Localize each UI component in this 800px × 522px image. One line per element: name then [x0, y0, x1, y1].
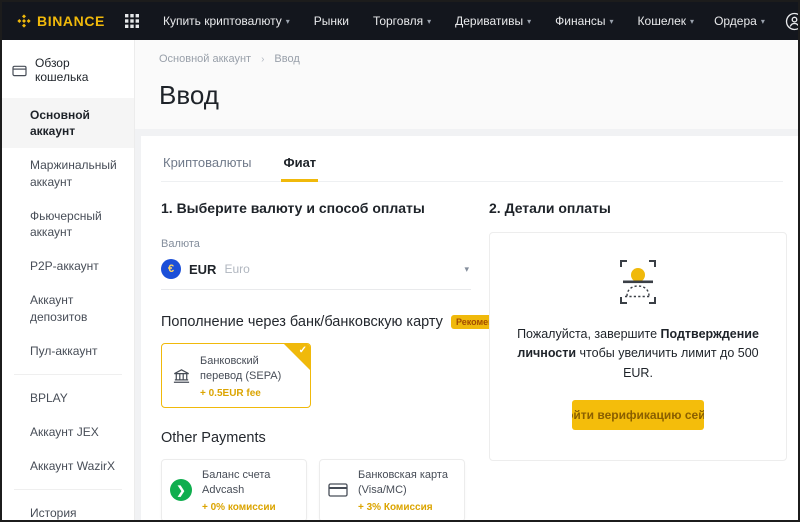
tab-crypto[interactable]: Криптовалюты — [161, 153, 253, 181]
breadcrumb-main-account[interactable]: Основной аккаунт — [159, 53, 251, 65]
step2-heading: 2. Детали оплаты — [489, 200, 611, 216]
payment-option-advcash[interactable]: ❯ Баланс счета Advcash + 0% комиссии — [161, 458, 307, 520]
brand-name: BINANCE — [37, 13, 105, 29]
apps-grid-icon[interactable] — [124, 14, 139, 28]
currency-payment-column: 1. Выберите валюту и способ оплаты Валют… — [161, 200, 534, 520]
nav-markets[interactable]: Рынки — [314, 14, 349, 28]
step1-heading: 1. Выберите валюту и способ оплаты — [161, 200, 425, 216]
bank-icon — [172, 354, 191, 399]
payment-option-title: Баланс счета Advcash — [202, 468, 271, 497]
page-title: Ввод — [159, 80, 219, 110]
payment-option-fee: + 0% комиссии — [202, 501, 276, 513]
sidebar-item-margin-account[interactable]: Маржинальный аккаунт — [2, 148, 134, 198]
sidebar-item-transaction-history[interactable]: История транзакций — [2, 496, 134, 520]
payment-option-fee: + 3% Комиссия — [358, 501, 433, 513]
top-navigation-bar: BINANCE Купить криптовалюту ▾ Рынки Торг… — [2, 2, 798, 40]
payment-option-fee: + 0.5EUR fee — [200, 387, 261, 399]
breadcrumb: Основной аккаунт › Ввод — [159, 53, 774, 65]
binance-wallet-deposit-page: BINANCE Купить криптовалюту ▾ Рынки Торг… — [0, 0, 800, 522]
chevron-down-icon: ▾ — [609, 16, 614, 26]
verification-card: Пожалуйста, завершите Подтверждение личн… — [489, 232, 787, 462]
verification-message: Пожалуйста, завершите Подтверждение личн… — [517, 327, 759, 380]
currency-name: Euro — [224, 262, 250, 276]
wallet-icon — [12, 64, 27, 77]
nav-trade[interactable]: Торговля ▾ — [373, 14, 431, 28]
chevron-down-icon: ▾ — [527, 16, 532, 26]
chevron-down-icon: ▾ — [760, 16, 765, 26]
app-body: Обзор кошелька Основной аккаунт Маржинал… — [2, 40, 798, 520]
sidebar-item-bplay[interactable]: BPLAY — [2, 381, 134, 415]
sidebar-divider — [14, 489, 122, 491]
checkmark-icon: ✓ — [298, 345, 307, 356]
nav-wallet[interactable]: Кошелек ▾ — [638, 14, 695, 28]
tab-fiat[interactable]: Фиат — [281, 153, 319, 182]
chevron-down-icon: ▾ — [427, 16, 432, 26]
nav-orders[interactable]: Ордера ▾ — [714, 14, 765, 28]
sidebar-item-futures-account[interactable]: Фьючерсный аккаунт — [2, 199, 134, 249]
nav-buy-crypto[interactable]: Купить криптовалюту ▾ — [163, 14, 290, 28]
credit-card-icon — [328, 482, 348, 498]
page-header: Основной аккаунт › Ввод Ввод — [135, 40, 798, 129]
sidebar-item-main-account[interactable]: Основной аккаунт — [2, 98, 134, 149]
payment-option-title: Банковская карта (Visa/MC) — [358, 468, 448, 497]
payment-option-sepa[interactable]: Банковский перевод (SEPA) + 0.5EUR fee ✓ — [161, 343, 311, 408]
bank-transfer-heading: Пополнение через банк/банковскую карту — [161, 314, 443, 330]
topbar-right-group: Кошелек ▾ Ордера ▾ — [638, 12, 798, 31]
euro-currency-icon: € — [161, 259, 181, 279]
deposit-tabs: Криптовалюты Фиат — [161, 153, 783, 182]
chevron-down-icon: ▾ — [690, 16, 695, 26]
identity-scan-icon — [609, 259, 667, 305]
binance-logo[interactable]: BINANCE — [16, 13, 105, 29]
payment-option-bank-card[interactable]: Банковская карта (Visa/MC) + 3% Комиссия — [319, 458, 465, 520]
breadcrumb-separator-icon: › — [261, 53, 265, 65]
sidebar-item-p2p-account[interactable]: P2P-аккаунт — [2, 249, 134, 283]
sidebar-item-pool-account[interactable]: Пул-аккаунт — [2, 334, 134, 368]
verify-now-button[interactable]: Пройти верификацию сейчас — [572, 400, 704, 431]
deposit-content-card: Криптовалюты Фиат 1. Выберите валюту и с… — [141, 136, 798, 520]
user-account-icon[interactable] — [785, 12, 798, 31]
sidebar-divider — [14, 373, 122, 375]
chevron-down-icon: ▾ — [464, 263, 469, 274]
payment-details-column: 2. Детали оплаты Пожалуйста, завершите П… — [489, 200, 787, 520]
binance-diamond-icon — [16, 13, 32, 29]
main-area: Основной аккаунт › Ввод Ввод Криптовалют… — [135, 40, 798, 520]
currency-code: EUR — [189, 261, 217, 277]
sidebar-item-deposits-account[interactable]: Аккаунт депозитов — [2, 283, 134, 333]
other-payments-grid: ❯ Баланс счета Advcash + 0% комиссии Бан… — [161, 458, 471, 520]
advcash-icon: ❯ — [170, 479, 192, 502]
wallet-sidebar: Обзор кошелька Основной аккаунт Маржинал… — [2, 40, 135, 520]
breadcrumb-current: Ввод — [274, 53, 300, 65]
currency-select[interactable]: € EUR Euro ▾ — [161, 250, 471, 290]
nav-derivatives[interactable]: Деривативы ▾ — [455, 14, 531, 28]
nav-finance[interactable]: Финансы ▾ — [555, 14, 613, 28]
sidebar-item-jex-account[interactable]: Аккаунт JEX — [2, 415, 134, 449]
other-payments-heading: Other Payments — [161, 429, 266, 446]
chevron-down-icon: ▾ — [285, 16, 290, 26]
currency-field-label: Валюта — [161, 238, 200, 250]
sidebar-item-wallet-overview[interactable]: Обзор кошелька — [2, 52, 134, 98]
sidebar-item-wazirx-account[interactable]: Аккаунт WazirX — [2, 449, 134, 483]
